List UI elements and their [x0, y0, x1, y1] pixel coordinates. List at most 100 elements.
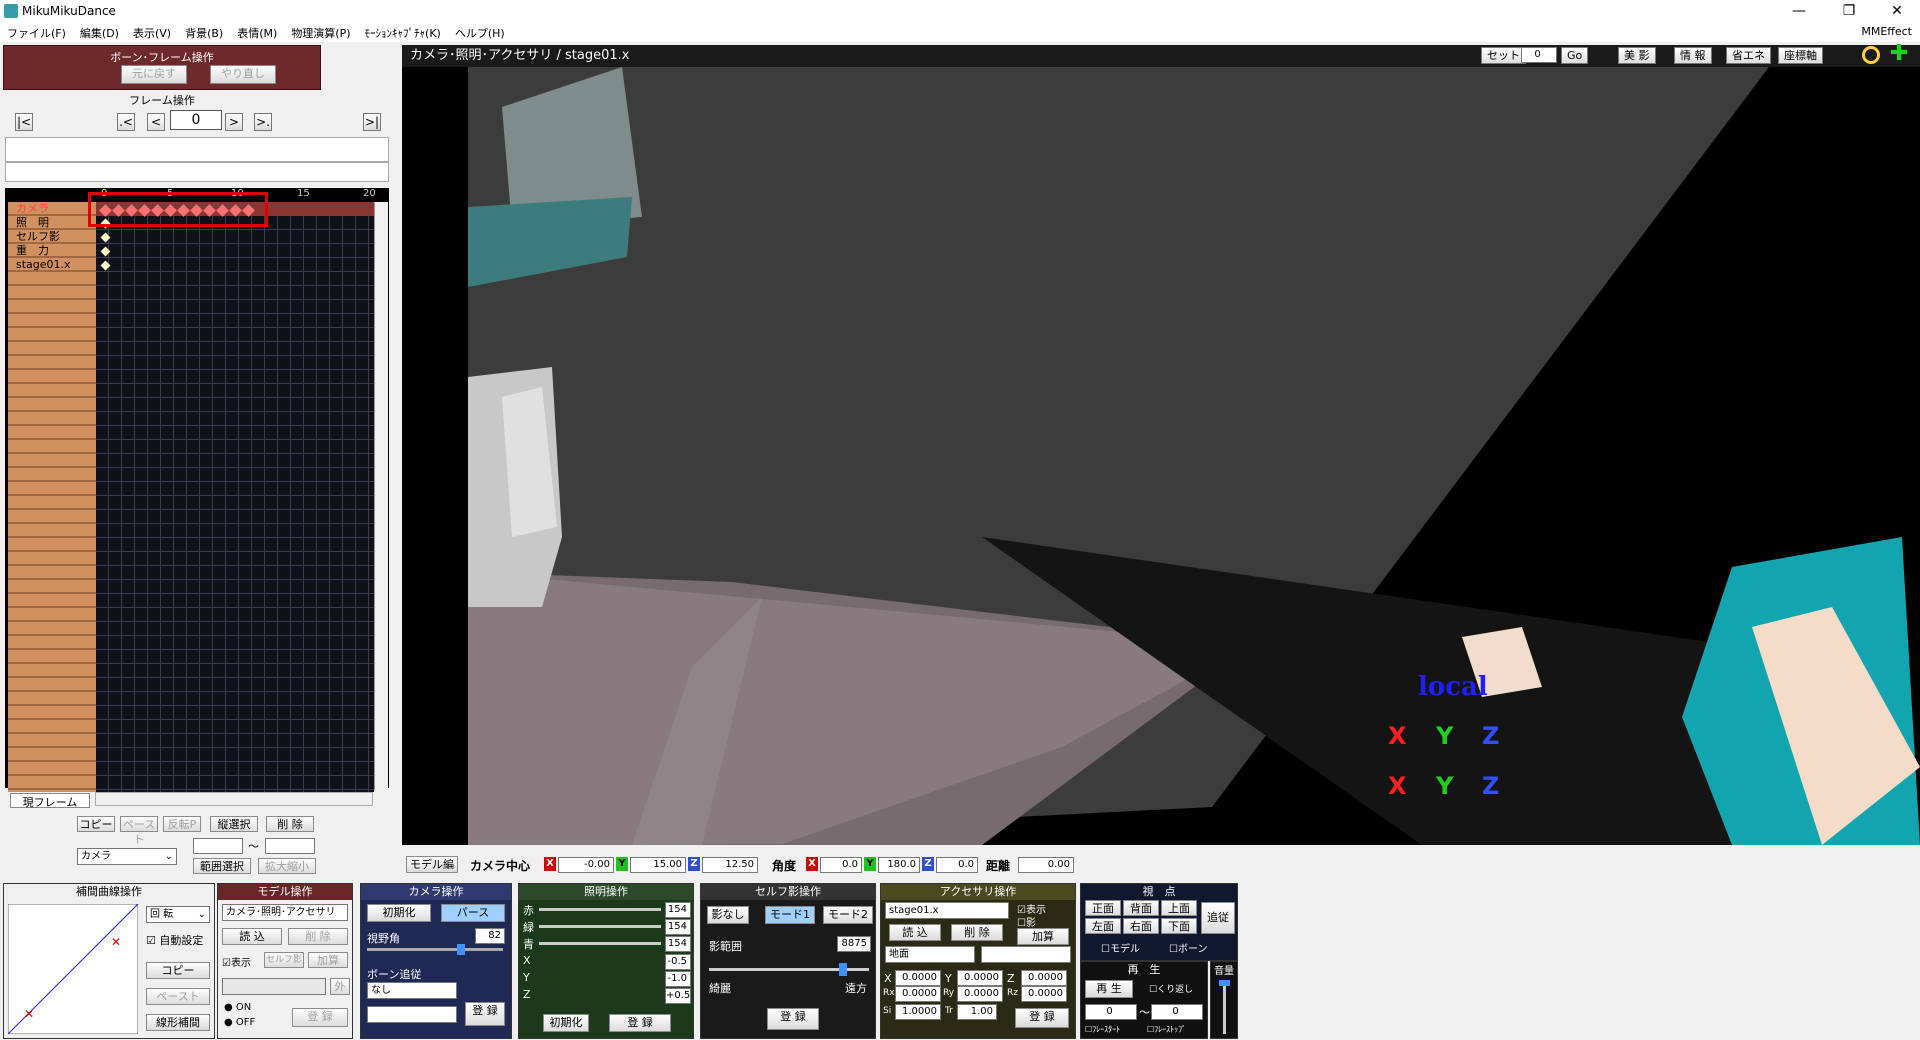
minimize-button[interactable]: — [1776, 0, 1822, 22]
distance-input[interactable]: 0.00 [1018, 857, 1074, 873]
first-frame-button[interactable]: |< [15, 113, 33, 131]
add-icon[interactable]: ✚ [1890, 43, 1908, 65]
target-select[interactable]: カメラ ⌄ [77, 848, 177, 865]
frame-start-checkbox[interactable]: ☐ﾌﾚｰｽﾀｰﾄ [1085, 1024, 1120, 1035]
model-on-radio[interactable]: ● ON [224, 1002, 251, 1013]
follow-model-checkbox[interactable]: ☐モデル [1101, 940, 1140, 955]
move-z-gizmo-icon[interactable]: Z [1482, 772, 1499, 800]
timeline-vscroll[interactable] [374, 202, 388, 790]
menu-background[interactable]: 背景(B) [178, 22, 230, 44]
interp-paste-button[interactable]: ペースト [146, 988, 210, 1005]
next-frame-button[interactable]: > [225, 113, 243, 131]
angle-z-input[interactable]: 0.0 [936, 857, 978, 873]
vertical-select-button[interactable]: 縦選択 [210, 816, 258, 832]
accessory-parent-select[interactable]: 地面 [885, 946, 975, 963]
3d-viewport[interactable]: local X Y Z X Y Z [402, 67, 1920, 845]
model-edit-button[interactable]: モデル編 [406, 856, 458, 873]
track-selfshadow[interactable]: セルフ影 [16, 231, 60, 243]
linear-interp-button[interactable]: 線形補間 [146, 1014, 210, 1031]
interp-curve-graph[interactable]: ✕ ✕ [8, 904, 138, 1034]
range-end-input[interactable] [265, 838, 315, 854]
bone-follow-select[interactable]: なし [367, 982, 457, 999]
blue-input[interactable]: 154 [665, 936, 691, 952]
delete-frame-button[interactable]: 削 除 [266, 816, 314, 832]
model-target-select[interactable]: カメラ･照明･アクセサリ [222, 904, 348, 921]
model-register-button[interactable]: 登 録 [292, 1008, 348, 1027]
shadow-none-button[interactable]: 影なし [707, 906, 749, 924]
menu-expression[interactable]: 表情(M) [230, 22, 284, 44]
reverse-paste-button[interactable]: 反転P [163, 816, 201, 832]
view-right-button[interactable]: 右面 [1123, 918, 1159, 934]
light-z-input[interactable]: +0.5 [665, 988, 691, 1004]
bone-select[interactable] [367, 1006, 457, 1023]
acc-tr-input[interactable]: 1.00 [957, 1004, 997, 1020]
angle-y-input[interactable]: 180.0 [878, 857, 920, 873]
fov-slider-handle[interactable] [457, 944, 465, 955]
track-gravity[interactable]: 重 力 [16, 245, 49, 257]
restore-button[interactable]: ❐ [1826, 0, 1872, 22]
timeline-hscroll[interactable] [95, 792, 373, 806]
menu-physics[interactable]: 物理演算(P) [284, 22, 357, 44]
info-button[interactable]: 情 報 [1674, 47, 1712, 64]
camera-init-button[interactable]: 初期化 [367, 904, 431, 922]
model-delete-button[interactable]: 削 除 [288, 928, 348, 945]
light-x-input[interactable]: -0.5 [665, 954, 691, 970]
frame-number-input[interactable]: 0 [170, 110, 222, 130]
menu-help[interactable]: ヘルプ(H) [448, 22, 512, 44]
red-input[interactable]: 154 [665, 902, 691, 918]
loop-checkbox[interactable]: ☐くり返し [1149, 982, 1193, 995]
rotate-y-gizmo-icon[interactable]: Y [1436, 722, 1453, 750]
center-x-input[interactable]: -0.00 [558, 857, 614, 873]
accessory-select[interactable]: stage01.x [885, 902, 1009, 919]
interp-copy-button[interactable]: コピー [146, 962, 210, 979]
current-frame-button[interactable]: 現フレーム [10, 793, 90, 809]
model-off-radio[interactable]: ● OFF [224, 1017, 255, 1028]
accessory-delete-button[interactable]: 削 除 [951, 924, 1003, 941]
shadow-register-button[interactable]: 登 録 [767, 1008, 819, 1030]
menu-file[interactable]: ファイル(F) [0, 22, 73, 44]
menu-view[interactable]: 表示(V) [126, 22, 178, 44]
model-show-checkbox[interactable]: ☑表示 [222, 954, 251, 969]
shadow-range-handle[interactable] [839, 963, 847, 976]
red-slider[interactable] [539, 908, 661, 911]
scale-button[interactable]: 拡大縮小 [258, 858, 316, 874]
view-left-button[interactable]: 左面 [1085, 918, 1121, 934]
interp-type-select[interactable]: 回 転 ⌄ [146, 906, 210, 923]
view-back-button[interactable]: 背面 [1123, 900, 1159, 916]
menu-edit[interactable]: 編集(D) [73, 22, 126, 44]
shadow-range-input[interactable]: 8875 [837, 936, 871, 952]
move-y-gizmo-icon[interactable]: Y [1436, 772, 1453, 800]
light-init-button[interactable]: 初期化 [543, 1014, 589, 1032]
light-y-input[interactable]: -1.0 [665, 971, 691, 987]
beauty-shadow-button[interactable]: 美 影 [1618, 47, 1656, 64]
go-button[interactable]: Go [1561, 47, 1589, 64]
view-front-button[interactable]: 正面 [1085, 900, 1121, 916]
accessory-load-button[interactable]: 読 込 [889, 924, 941, 941]
blue-slider[interactable] [539, 942, 661, 945]
auto-setting-checkbox[interactable]: ☑ 自動設定 [146, 932, 203, 948]
acc-rx-input[interactable]: 0.0000 [895, 986, 941, 1002]
perspective-button[interactable]: パース [441, 904, 505, 922]
accessory-add-button[interactable]: 加算 [1017, 928, 1069, 945]
play-button[interactable]: 再 生 [1085, 980, 1133, 998]
center-y-input[interactable]: 15.00 [630, 857, 686, 873]
accessory-bone-select[interactable] [981, 946, 1071, 963]
set-frame-input[interactable]: 0 [1521, 47, 1557, 63]
volume-handle[interactable] [1219, 980, 1230, 986]
model-outside-button[interactable]: 外 [330, 978, 350, 995]
coords-button[interactable]: 座標軸 [1778, 47, 1823, 64]
shadow-mode1-button[interactable]: モード1 [765, 906, 815, 924]
accessory-shadow-checkbox[interactable]: ☐影 [1017, 914, 1036, 929]
paste-button[interactable]: ペースト [120, 816, 158, 846]
view-bottom-button[interactable]: 下面 [1161, 918, 1197, 934]
shadow-mode2-button[interactable]: モード2 [823, 906, 873, 924]
fov-input[interactable]: 82 [475, 928, 505, 944]
view-follow-button[interactable]: 追従 [1201, 902, 1235, 934]
angle-x-input[interactable]: 0.0 [820, 857, 862, 873]
prev-frame-button[interactable]: < [147, 113, 165, 131]
follow-bone-checkbox[interactable]: ☐ボーン [1169, 940, 1207, 955]
play-from-input[interactable]: 0 [1085, 1004, 1137, 1020]
search-icon[interactable] [1862, 46, 1880, 64]
range-select-button[interactable]: 範囲選択 [193, 858, 251, 874]
model-outside-select[interactable] [222, 978, 326, 995]
